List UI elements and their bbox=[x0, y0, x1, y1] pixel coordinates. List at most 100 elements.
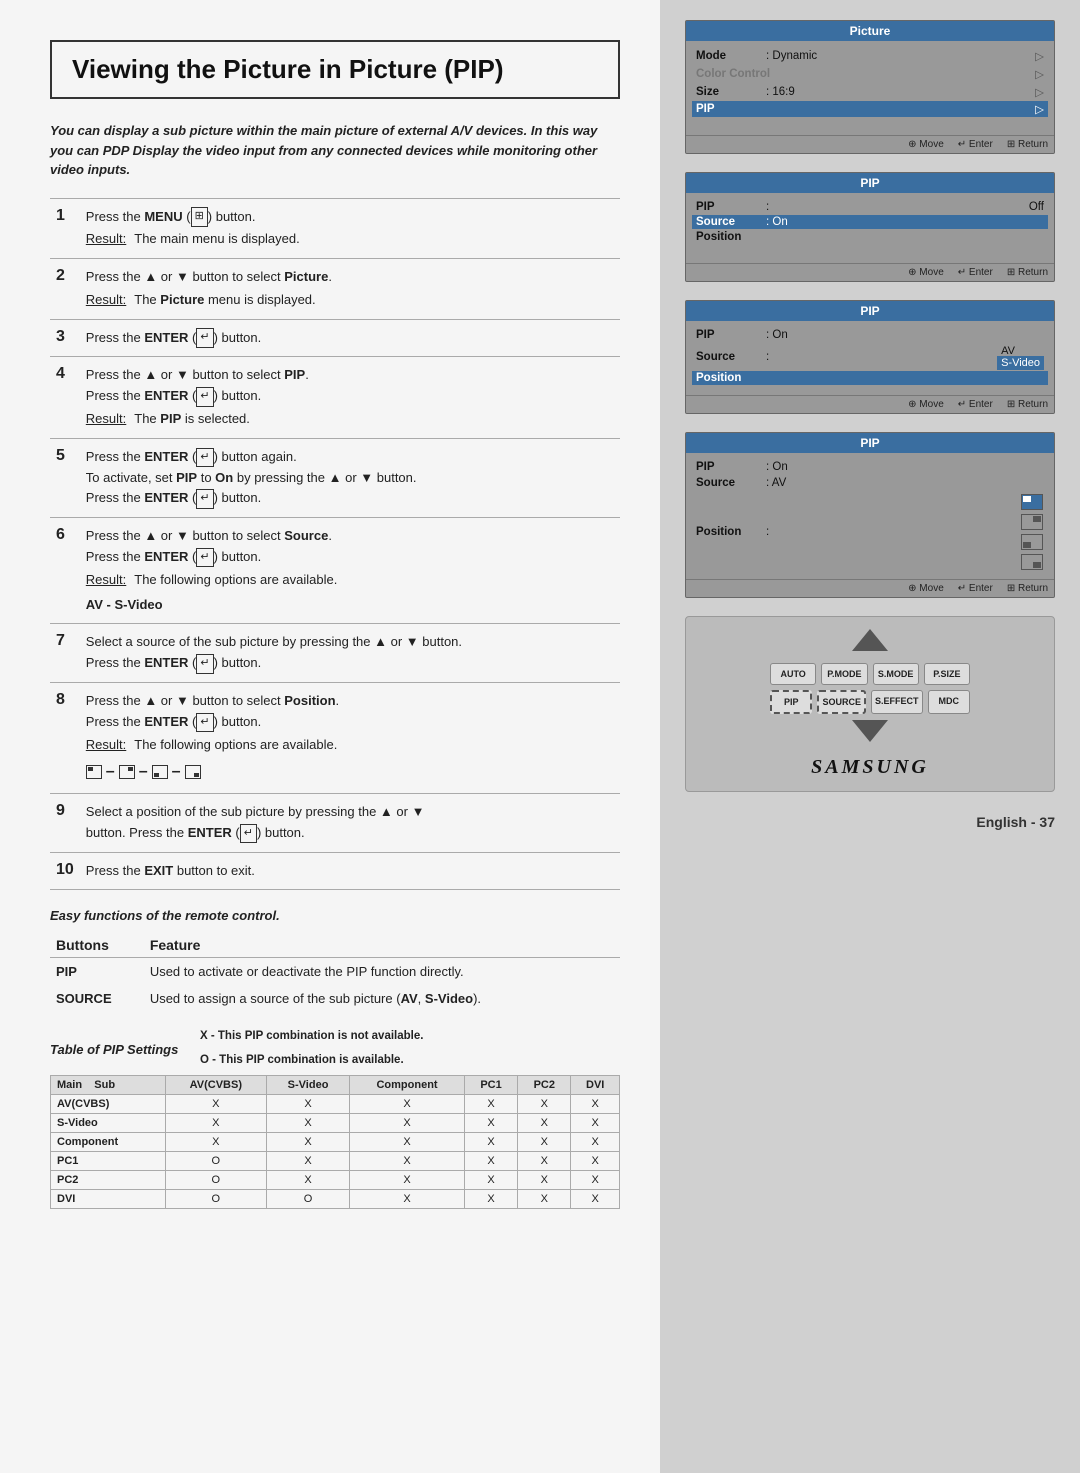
osd-label: Size bbox=[696, 86, 766, 98]
page-title-box: Viewing the Picture in Picture (PIP) bbox=[50, 40, 620, 99]
remote-button-source[interactable]: SOURCE bbox=[817, 690, 866, 714]
pip-cell: X bbox=[165, 1132, 266, 1151]
remote-button-seffect[interactable]: S.EFFECT bbox=[871, 690, 923, 714]
pip-cell: O bbox=[165, 1170, 266, 1189]
osd-row-highlighted: PIP ▷ bbox=[692, 101, 1048, 117]
position-option bbox=[1020, 493, 1044, 511]
remote-button-auto[interactable]: AUTO bbox=[770, 663, 816, 685]
osd-row: PIP : Off bbox=[696, 199, 1044, 215]
position-option bbox=[1020, 533, 1044, 551]
pip-row-label: Component bbox=[51, 1132, 166, 1151]
osd-screen-pip2: PIP PIP : On Source : AV S-Video Positio… bbox=[685, 300, 1055, 414]
samsung-logo: SAMSUNG bbox=[811, 756, 929, 779]
table-row: 3 Press the ENTER (↵) button. bbox=[50, 319, 620, 357]
remote-buttons-row2: PIP SOURCE S.EFFECT MDC bbox=[770, 690, 970, 714]
pip-cell: X bbox=[266, 1094, 349, 1113]
pip-cell: X bbox=[165, 1113, 266, 1132]
table-row: PC1 O X X X X X bbox=[51, 1151, 620, 1170]
osd-label: Source bbox=[696, 477, 766, 489]
page-footer: English - 37 bbox=[976, 814, 1055, 830]
button-name: PIP bbox=[50, 958, 144, 986]
pip-cell: O bbox=[266, 1189, 349, 1208]
step-content: Select a source of the sub picture by pr… bbox=[80, 624, 620, 683]
step-number: 1 bbox=[50, 198, 80, 259]
pip-row-label: DVI bbox=[51, 1189, 166, 1208]
osd-arrow: ▷ bbox=[1035, 85, 1044, 99]
pip-cell: X bbox=[571, 1113, 620, 1132]
osd-row-highlighted: Position bbox=[692, 371, 1048, 385]
feature-desc: Used to activate or deactivate the PIP f… bbox=[144, 958, 620, 986]
osd-label: Source bbox=[696, 216, 766, 228]
osd-row: Source : AV S-Video bbox=[696, 343, 1044, 371]
osd-value: : bbox=[766, 201, 1025, 213]
osd-screen-pip1: PIP PIP : Off Source : On Position ⊕ Mov… bbox=[685, 172, 1055, 282]
step-content: Press the EXIT button to exit. bbox=[80, 852, 620, 890]
pip-cell: X bbox=[266, 1113, 349, 1132]
osd-screen-pip3: PIP PIP : On Source : AV Position : bbox=[685, 432, 1055, 598]
table-row: Component X X X X X X bbox=[51, 1132, 620, 1151]
pip-cell: X bbox=[464, 1132, 517, 1151]
osd-value: : On bbox=[766, 329, 1044, 341]
remote-arrow-up-icon bbox=[852, 629, 888, 651]
pip-cell: X bbox=[350, 1113, 465, 1132]
osd-title: PIP bbox=[686, 173, 1054, 193]
remote-button-psize[interactable]: P.SIZE bbox=[924, 663, 970, 685]
step-content: Select a position of the sub picture by … bbox=[80, 794, 620, 853]
osd-screen-picture: Picture Mode : Dynamic ▷ Color Control ▷… bbox=[685, 20, 1055, 154]
osd-row: PIP : On bbox=[696, 327, 1044, 343]
pip-row-label: PC1 bbox=[51, 1151, 166, 1170]
osd-row: Position : bbox=[696, 491, 1044, 573]
osd-body: PIP : Off Source : On Position bbox=[686, 193, 1054, 263]
osd-arrow: ▷ bbox=[1035, 49, 1044, 63]
remote-arrow-down-icon bbox=[852, 720, 888, 742]
footer-return: ⊞ Return bbox=[1007, 139, 1048, 150]
step-number: 6 bbox=[50, 518, 80, 624]
osd-row: Mode : Dynamic ▷ bbox=[696, 47, 1044, 65]
osd-row: Position bbox=[696, 229, 1044, 245]
pip-cell: X bbox=[518, 1113, 571, 1132]
pip-row-label: AV(CVBS) bbox=[51, 1094, 166, 1113]
remote-button-pip[interactable]: PIP bbox=[770, 690, 812, 714]
pip-cell: X bbox=[571, 1170, 620, 1189]
remote-button-mdc[interactable]: MDC bbox=[928, 690, 970, 714]
osd-label: Color Control bbox=[696, 68, 770, 80]
pip-cell: X bbox=[518, 1094, 571, 1113]
feature-desc: Used to assign a source of the sub pictu… bbox=[144, 985, 620, 1012]
osd-body: Mode : Dynamic ▷ Color Control ▷ Size : … bbox=[686, 41, 1054, 135]
footer-return: ⊞ Return bbox=[1007, 583, 1048, 594]
table-row: 5 Press the ENTER (↵) button again. To a… bbox=[50, 438, 620, 517]
osd-row-highlighted: Source : On bbox=[692, 215, 1048, 229]
osd-label: PIP bbox=[696, 461, 766, 473]
table-row: 2 Press the ▲ or ▼ button to select Pict… bbox=[50, 259, 620, 320]
footer-move: ⊕ Move bbox=[908, 399, 944, 410]
table-row: 4 Press the ▲ or ▼ button to select PIP.… bbox=[50, 357, 620, 438]
pip-cell: X bbox=[571, 1094, 620, 1113]
pip-cell: X bbox=[266, 1170, 349, 1189]
pip-cell: X bbox=[571, 1151, 620, 1170]
osd-footer: ⊕ Move ↵ Enter ⊞ Return bbox=[686, 395, 1054, 413]
pip-col-header: PC2 bbox=[518, 1075, 571, 1094]
pip-col-header: PC1 bbox=[464, 1075, 517, 1094]
pip-cell: X bbox=[350, 1170, 465, 1189]
source-list: AV S-Video bbox=[997, 345, 1044, 369]
pip-settings-title: Table of PIP Settings bbox=[50, 1042, 180, 1057]
osd-title: PIP bbox=[686, 433, 1054, 453]
pip-col-header: S-Video bbox=[266, 1075, 349, 1094]
position-option bbox=[1020, 553, 1044, 571]
intro-paragraph: You can display a sub picture within the… bbox=[50, 121, 620, 180]
remote-button-pmode[interactable]: P.MODE bbox=[821, 663, 867, 685]
remote-button-smode[interactable]: S.MODE bbox=[873, 663, 919, 685]
pip-row-label: S-Video bbox=[51, 1113, 166, 1132]
pip-cell: X bbox=[350, 1189, 465, 1208]
pip-cell: X bbox=[464, 1170, 517, 1189]
pip-cell: X bbox=[518, 1170, 571, 1189]
pip-row-label: PC2 bbox=[51, 1170, 166, 1189]
footer-enter: ↵ Enter bbox=[958, 139, 993, 150]
table-row: 9 Select a position of the sub picture b… bbox=[50, 794, 620, 853]
step-content: Press the ▲ or ▼ button to select Positi… bbox=[80, 683, 620, 794]
osd-label: PIP bbox=[696, 329, 766, 341]
step-number: 7 bbox=[50, 624, 80, 683]
pip-note-o: O - This PIP combination is available. bbox=[200, 1052, 423, 1069]
step-content: Press the ▲ or ▼ button to select Pictur… bbox=[80, 259, 620, 320]
pip-col-header: Component bbox=[350, 1075, 465, 1094]
